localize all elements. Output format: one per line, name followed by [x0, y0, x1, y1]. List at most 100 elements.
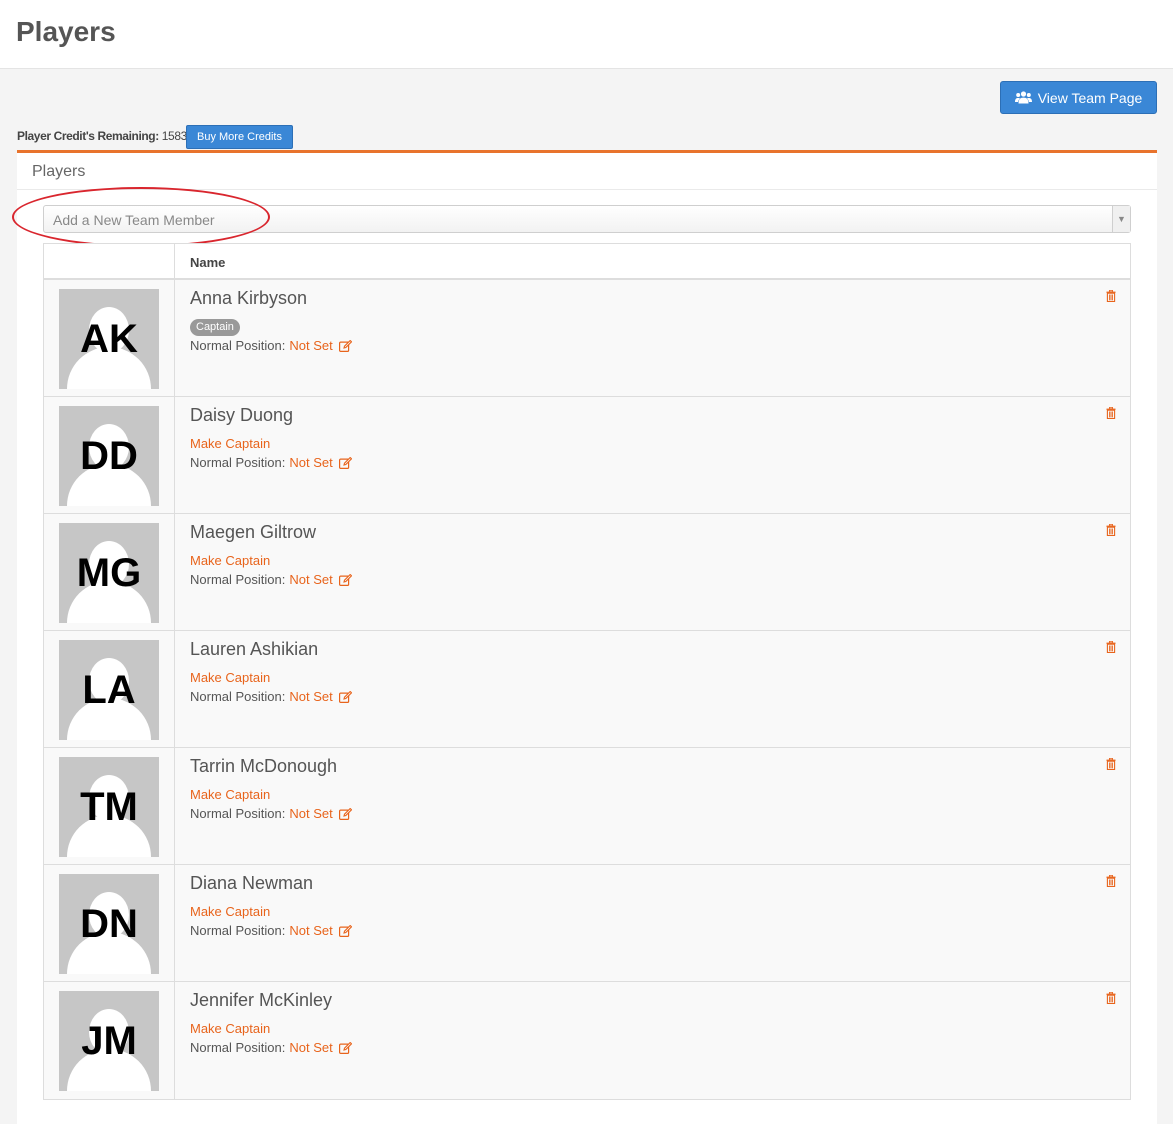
credits-value: 1583 [161, 129, 188, 143]
avatar-initials: TM [80, 785, 138, 829]
page-title: Players [16, 16, 116, 47]
table-row: AK Anna Kirbyson Captain Normal Position: No… [44, 280, 1130, 397]
captain-badge: Captain [190, 319, 240, 336]
normal-position: Normal Position: Not Set [190, 806, 1130, 821]
avatar: LA [59, 640, 159, 740]
avatar: DD [59, 406, 159, 506]
table-body: AK Anna Kirbyson Captain Normal Position: No… [44, 280, 1130, 1099]
position-value[interactable]: Not Set [289, 923, 332, 938]
table-header: Name [44, 244, 1130, 280]
add-team-member-placeholder: Add a New Team Member [53, 212, 215, 228]
position-label: Normal Position: [190, 689, 286, 704]
trash-icon[interactable] [1106, 407, 1116, 419]
trash-icon[interactable] [1106, 641, 1116, 653]
player-info: Lauren Ashikian Make Captain Normal Positi… [175, 631, 1130, 747]
normal-position: Normal Position: Not Set [190, 338, 1130, 353]
make-captain-link[interactable]: Make Captain [190, 787, 270, 804]
position-value[interactable]: Not Set [289, 1040, 332, 1055]
panel-title: Players [32, 163, 86, 180]
trash-icon[interactable] [1106, 290, 1116, 302]
position-label: Normal Position: [190, 455, 286, 470]
make-captain-link[interactable]: Make Captain [190, 436, 270, 453]
view-team-page-label: View Team Page [1037, 89, 1143, 106]
avatar: JM [59, 991, 159, 1091]
chevron-down-icon[interactable]: ▼ [1112, 206, 1130, 232]
edit-icon[interactable] [338, 807, 352, 820]
avatar-initials: LA [82, 668, 136, 712]
edit-icon[interactable] [338, 690, 352, 703]
position-value[interactable]: Not Set [289, 338, 332, 353]
credits-remaining: Player Credit's Remaining: 1583 [17, 129, 187, 143]
table-row: JM Jennifer McKinley Make Captain Normal Po… [44, 982, 1130, 1099]
player-name: Daisy Duong [190, 405, 294, 425]
avatar: MG [59, 523, 159, 623]
player-info: Jennifer McKinley Make Captain Normal Posi… [175, 982, 1130, 1099]
normal-position: Normal Position: Not Set [190, 1040, 1130, 1055]
trash-icon[interactable] [1106, 524, 1116, 536]
add-team-member-select[interactable]: Add a New Team Member ▼ [43, 205, 1131, 233]
edit-icon[interactable] [338, 924, 352, 937]
panel-header: Players [17, 153, 1157, 190]
make-captain-link[interactable]: Make Captain [190, 904, 270, 921]
avatar-cell: DD [44, 397, 175, 513]
page-header: Players [0, 0, 1173, 69]
view-team-page-button[interactable]: View Team Page [1000, 81, 1157, 114]
position-value[interactable]: Not Set [289, 806, 332, 821]
players-table: Name AK Anna Kirbyson Captain Normal Positi… [43, 243, 1131, 1100]
table-row: LA Lauren Ashikian Make Captain Normal Posi… [44, 631, 1130, 748]
avatar-cell: JM [44, 982, 175, 1099]
avatar-initials: AK [80, 317, 138, 361]
normal-position: Normal Position: Not Set [190, 923, 1130, 938]
trash-icon[interactable] [1106, 875, 1116, 887]
column-header-avatar [44, 244, 175, 278]
avatar-initials: DD [80, 434, 138, 478]
avatar-cell: MG [44, 514, 175, 630]
avatar-initials: JM [81, 1019, 137, 1063]
avatar-cell: LA [44, 631, 175, 747]
player-info: Diana Newman Make Captain Normal Position:… [175, 865, 1130, 981]
player-name: Diana Newman [190, 873, 314, 893]
player-info: Tarrin McDonough Make Captain Normal Posit… [175, 748, 1130, 864]
make-captain-link[interactable]: Make Captain [190, 1021, 270, 1038]
player-name: Tarrin McDonough [190, 756, 338, 776]
player-info: Maegen Giltrow Make Captain Normal Positio… [175, 514, 1130, 630]
avatar-cell: AK [44, 280, 175, 396]
position-value[interactable]: Not Set [289, 572, 332, 587]
position-label: Normal Position: [190, 338, 286, 353]
player-info: Daisy Duong Make Captain Normal Position: N… [175, 397, 1130, 513]
trash-icon[interactable] [1106, 758, 1116, 770]
avatar: TM [59, 757, 159, 857]
player-name: Maegen Giltrow [190, 522, 317, 542]
credits-label: Player Credit's Remaining: [17, 129, 159, 143]
player-info: Anna Kirbyson Captain Normal Position: Not … [175, 280, 1130, 396]
normal-position: Normal Position: Not Set [190, 689, 1130, 704]
table-row: TM Tarrin McDonough Make Captain Normal Pos… [44, 748, 1130, 865]
position-value[interactable]: Not Set [289, 689, 332, 704]
users-icon [1014, 91, 1032, 104]
player-name: Jennifer McKinley [190, 990, 333, 1010]
avatar-initials: DN [80, 902, 138, 946]
trash-icon[interactable] [1106, 992, 1116, 1004]
table-row: DN Diana Newman Make Captain Normal Positio… [44, 865, 1130, 982]
edit-icon[interactable] [338, 456, 352, 469]
position-label: Normal Position: [190, 572, 286, 587]
position-value[interactable]: Not Set [289, 455, 332, 470]
player-name: Anna Kirbyson [190, 288, 308, 308]
position-label: Normal Position: [190, 1040, 286, 1055]
avatar: AK [59, 289, 159, 389]
avatar-cell: DN [44, 865, 175, 981]
player-name: Lauren Ashikian [190, 639, 319, 659]
column-header-name: Name [190, 255, 226, 270]
table-row: DD Daisy Duong Make Captain Normal Position… [44, 397, 1130, 514]
buy-more-credits-button[interactable]: Buy More Credits [186, 125, 293, 149]
edit-icon[interactable] [338, 1041, 352, 1054]
avatar-cell: TM [44, 748, 175, 864]
make-captain-link[interactable]: Make Captain [190, 553, 270, 570]
position-label: Normal Position: [190, 923, 286, 938]
avatar: DN [59, 874, 159, 974]
edit-icon[interactable] [338, 339, 352, 352]
table-row: MG Maegen Giltrow Make Captain Normal Posit… [44, 514, 1130, 631]
edit-icon[interactable] [338, 573, 352, 586]
position-label: Normal Position: [190, 806, 286, 821]
make-captain-link[interactable]: Make Captain [190, 670, 270, 687]
